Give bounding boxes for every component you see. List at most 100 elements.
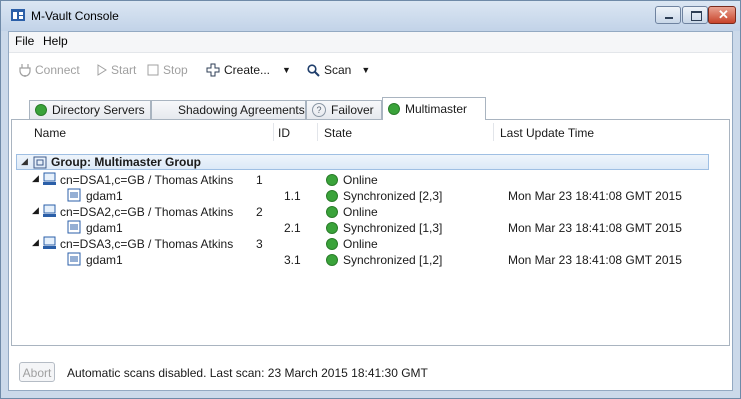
close-button[interactable]: ✕ (708, 6, 736, 24)
row-name: gdam1 (86, 189, 123, 203)
app-icon (11, 9, 25, 21)
scan-label: Scan (324, 63, 352, 77)
column-divider[interactable] (273, 123, 274, 141)
expand-arrow-icon: ◢ (21, 156, 28, 166)
table-row[interactable]: gdam1 1.1 Synchronized [2,3] Mon Mar 23 … (12, 188, 729, 204)
server-icon (43, 204, 56, 217)
menu-file[interactable]: File (15, 34, 34, 48)
agreement-icon (67, 252, 81, 266)
stop-label: Stop (163, 63, 188, 77)
row-name: gdam1 (86, 221, 123, 235)
minimize-button[interactable] (655, 6, 681, 24)
menu-bar: File Help (9, 32, 732, 53)
client-area: File Help Connect Start Stop Create... ▼… (8, 31, 733, 391)
tab-label: Directory Servers (52, 103, 145, 117)
row-name: cn=DSA1,c=GB / Thomas Atkins (60, 173, 234, 187)
column-header-name[interactable]: Name (34, 126, 66, 140)
connect-label: Connect (35, 63, 80, 77)
start-label: Start (111, 63, 137, 77)
row-name: cn=DSA3,c=GB / Thomas Atkins (60, 237, 234, 251)
maximize-button[interactable] (682, 6, 708, 24)
row-state: Online (343, 205, 378, 219)
row-time: Mon Mar 23 18:41:08 GMT 2015 (508, 253, 682, 267)
row-name: gdam1 (86, 253, 123, 267)
group-icon (33, 156, 47, 169)
abort-button[interactable]: Abort (19, 362, 55, 382)
expand-arrow-icon: ◢ (32, 237, 39, 247)
server-icon (43, 236, 56, 249)
status-ok-icon (326, 254, 338, 266)
server-icon (43, 172, 56, 185)
scan-button[interactable]: Scan ▼ (307, 62, 370, 78)
status-bar: Abort Automatic scans disabled. Last sca… (9, 352, 732, 390)
multimaster-panel: Name ID State Last Update Time ◢ Group: … (11, 119, 730, 346)
agreement-icon (67, 220, 81, 234)
group-label: Group: Multimaster Group (51, 155, 201, 169)
table-row[interactable]: ◢ cn=DSA1,c=GB / Thomas Atkins 1 Online (12, 172, 729, 188)
row-time: Mon Mar 23 18:41:08 GMT 2015 (508, 221, 682, 235)
tab-multimaster[interactable]: Multimaster (382, 97, 486, 120)
row-id: 2.1 (284, 221, 301, 235)
check-icon (35, 104, 47, 116)
table-row[interactable]: gdam1 3.1 Synchronized [1,2] Mon Mar 23 … (12, 252, 729, 268)
column-divider[interactable] (317, 123, 318, 141)
chevron-down-icon: ▼ (282, 65, 291, 75)
start-button[interactable]: Start (97, 62, 136, 78)
table-row[interactable]: ◢ cn=DSA2,c=GB / Thomas Atkins 2 Online (12, 204, 729, 220)
tab-bar: Directory Servers Shadowing Agreements ?… (9, 97, 732, 120)
tab-directory-servers[interactable]: Directory Servers (29, 100, 151, 119)
title-bar[interactable]: M-Vault Console ✕ (1, 1, 740, 31)
status-ok-icon (326, 238, 338, 250)
stop-button[interactable]: Stop (147, 62, 188, 78)
search-icon (307, 63, 320, 77)
row-state: Online (343, 173, 378, 187)
toolbar: Connect Start Stop Create... ▼ Scan ▼ (9, 54, 732, 84)
column-header-state[interactable]: State (324, 126, 352, 140)
column-header-last-update[interactable]: Last Update Time (500, 126, 594, 140)
status-text: Automatic scans disabled. Last scan: 23 … (67, 366, 428, 380)
group-row[interactable]: ◢ Group: Multimaster Group (16, 154, 709, 170)
play-icon (97, 64, 107, 76)
row-state: Synchronized [1,3] (343, 221, 443, 235)
stop-icon (147, 64, 159, 76)
tab-shadowing-agreements[interactable]: Shadowing Agreements (151, 100, 306, 119)
maximize-icon (691, 11, 702, 21)
expand-arrow-icon: ◢ (32, 205, 39, 215)
tab-label: Failover (331, 103, 374, 117)
status-ok-icon (326, 174, 338, 186)
create-icon (206, 63, 220, 77)
row-state: Synchronized [1,2] (343, 253, 443, 267)
expand-arrow-icon: ◢ (32, 173, 39, 183)
window-title: M-Vault Console (31, 9, 119, 23)
create-button[interactable]: Create... ▼ (206, 62, 291, 78)
row-id: 1 (256, 173, 263, 187)
app-window: M-Vault Console ✕ File Help Connect Star… (0, 0, 741, 399)
close-icon: ✕ (718, 7, 729, 22)
status-ok-icon (326, 222, 338, 234)
help-icon: ? (312, 103, 326, 117)
connect-button[interactable]: Connect (19, 62, 80, 78)
minimize-icon (665, 17, 673, 19)
column-divider[interactable] (493, 123, 494, 141)
status-ok-icon (326, 190, 338, 202)
row-id: 3 (256, 237, 263, 251)
status-ok-icon (326, 206, 338, 218)
row-state: Synchronized [2,3] (343, 189, 443, 203)
tab-label: Shadowing Agreements (178, 103, 305, 117)
check-icon (388, 103, 400, 115)
chevron-down-icon: ▼ (361, 65, 371, 75)
row-time: Mon Mar 23 18:41:08 GMT 2015 (508, 189, 682, 203)
agreement-icon (67, 188, 81, 202)
row-name: cn=DSA2,c=GB / Thomas Atkins (60, 205, 234, 219)
row-id: 2 (256, 205, 263, 219)
plug-icon (19, 64, 31, 77)
table-row[interactable]: ◢ cn=DSA3,c=GB / Thomas Atkins 3 Online (12, 236, 729, 252)
row-id: 3.1 (284, 253, 301, 267)
tab-label: Multimaster (405, 102, 468, 116)
tab-failover[interactable]: ? Failover (306, 100, 382, 119)
column-header-id[interactable]: ID (278, 126, 290, 140)
table-row[interactable]: gdam1 2.1 Synchronized [1,3] Mon Mar 23 … (12, 220, 729, 236)
row-id: 1.1 (284, 189, 301, 203)
menu-help[interactable]: Help (43, 34, 68, 48)
create-label: Create... (224, 63, 271, 77)
